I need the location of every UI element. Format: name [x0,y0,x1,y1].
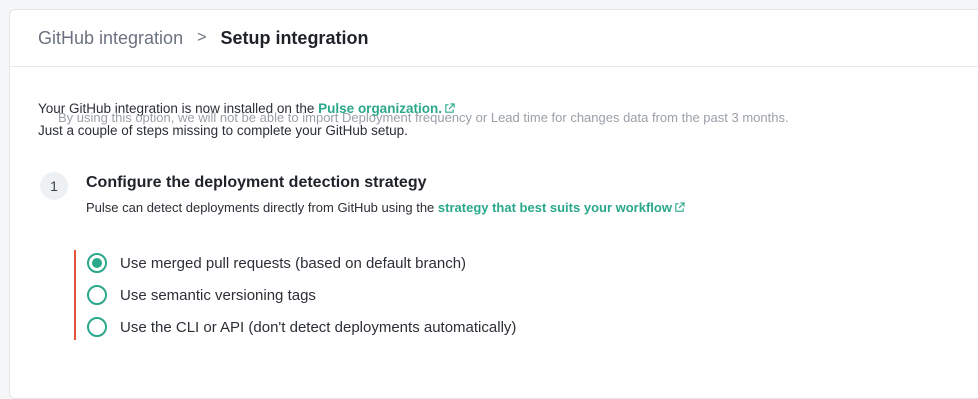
radio-dot [92,258,102,268]
option-label: Use the CLI or API (don't detect deploym… [120,318,517,336]
option-merged-pull-requests[interactable]: Use merged pull requests (based on defau… [87,253,466,273]
step-description-prefix: Pulse can detect deployments directly fr… [86,200,438,215]
option-semantic-versioning-tags[interactable]: Use semantic versioning tags [87,285,316,305]
step-title: Configure the deployment detection strat… [86,174,427,191]
external-link-icon [674,201,685,216]
page-title: Setup integration [220,27,369,48]
option-help-text: By using this option, we will not be abl… [58,110,789,125]
step-description: Pulse can detect deployments directly fr… [86,200,685,216]
option-cli-or-api[interactable]: Use the CLI or API (don't detect deploym… [87,317,516,337]
setup-card: GitHub integration > Setup integration Y… [9,9,978,399]
option-label: Use semantic versioning tags [120,286,316,304]
step-number-badge: 1 [40,172,68,200]
deployment-strategy-radio-group: Use merged pull requests (based on defau… [74,250,976,340]
option-label: Use merged pull requests (based on defau… [120,254,467,272]
radio-button[interactable] [87,317,107,337]
breadcrumb-parent-link[interactable]: GitHub integration [38,28,183,49]
radio-button[interactable] [87,285,107,305]
breadcrumb: GitHub integration > Setup integration [10,10,978,67]
radio-button-selected[interactable] [87,253,107,273]
chevron-right-icon: > [197,29,207,46]
strategy-link[interactable]: strategy that best suits your workflow [438,200,672,215]
